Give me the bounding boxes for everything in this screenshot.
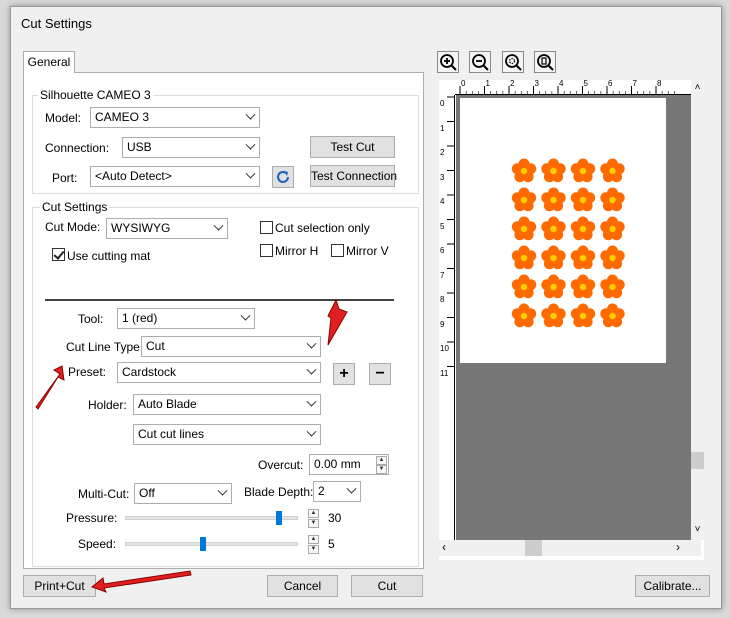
annotation-arrows [35, 298, 348, 593]
arrow-to-add-preset [327, 298, 348, 346]
arrow-to-preset-label [35, 365, 65, 410]
arrow-to-print-cut [90, 570, 192, 593]
tab-general[interactable]: General [23, 51, 75, 73]
